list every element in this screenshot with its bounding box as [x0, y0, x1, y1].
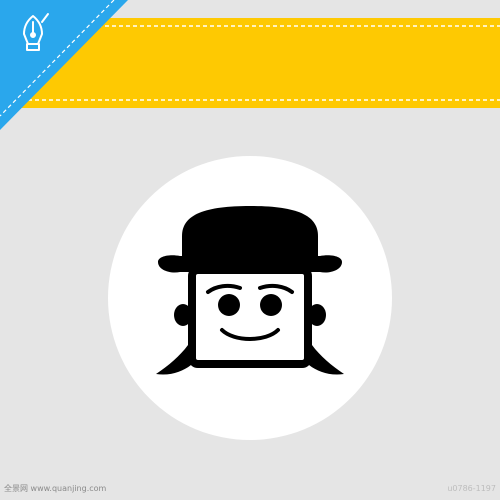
watermark-id: u0786-1197: [447, 484, 496, 493]
eye-left: [218, 294, 240, 316]
illustration: [0, 0, 500, 500]
eye-right: [260, 294, 282, 316]
hat-brim: [158, 255, 342, 273]
face: [188, 266, 312, 368]
watermark-site: 全景网 www.quanjing.com: [4, 484, 107, 493]
